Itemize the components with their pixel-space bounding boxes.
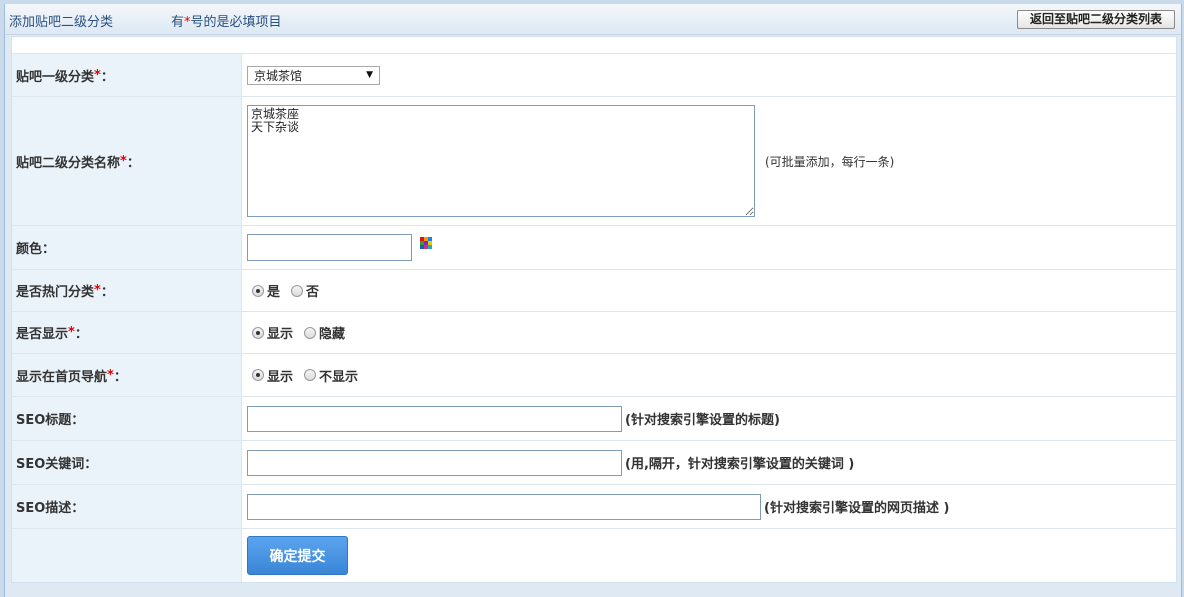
display-show-label: 显示 <box>267 327 294 342</box>
row-hot: 是否热门分类 *： 是 否 <box>12 270 1176 312</box>
seo-desc-value: (针对搜索引擎设置的网页描述 ) <box>242 485 1176 528</box>
home-nav-hide-label: 不显示 <box>319 369 359 385</box>
form-top-spacer <box>12 37 1176 54</box>
submit-value: 确定提交 <box>242 529 1176 582</box>
required-star: * <box>120 153 127 169</box>
category2-label: 贴吧二级分类名称 *： <box>12 97 242 225</box>
category2-names-textarea[interactable]: 京城茶座 天下杂谈 <box>247 105 755 217</box>
seo-desc-label: SEO描述： <box>12 485 242 528</box>
required-star: * <box>107 367 114 383</box>
submit-label-cell <box>12 529 242 582</box>
row-seo-keywords: SEO关键词： (用,隔开，针对搜索引擎设置的关键词 ) <box>12 441 1176 485</box>
hot-value: 是 否 <box>242 270 1176 311</box>
label-colon: ： <box>126 155 140 171</box>
row-display: 是否显示 *： 显示 隐藏 <box>12 312 1176 354</box>
color-palette-icon[interactable] <box>420 237 432 249</box>
home-nav-hide-radio[interactable] <box>304 369 317 381</box>
display-hide-radio[interactable] <box>304 326 317 339</box>
home-nav-radio-group: 显示 不显示 <box>252 366 369 385</box>
required-star: * <box>94 283 101 298</box>
row-seo-title: SEO标题： (针对搜索引擎设置的标题) <box>12 397 1176 441</box>
color-value <box>242 226 1176 269</box>
label-colon: ： <box>113 369 127 385</box>
hot-no-radio[interactable] <box>291 284 304 297</box>
required-tip-suffix: 号的是必填项目 <box>190 15 282 30</box>
display-show-radio[interactable] <box>252 326 264 339</box>
row-category1: 贴吧一级分类 *： 京城茶馆 ▼ <box>12 54 1176 97</box>
category1-label: 贴吧一级分类 *： <box>12 54 242 96</box>
home-nav-label-text: 显示在首页导航 <box>16 369 108 385</box>
row-submit: 确定提交 <box>12 529 1176 582</box>
home-nav-show-label: 显示 <box>267 369 294 385</box>
required-star: * <box>94 67 101 83</box>
submit-button[interactable]: 确定提交 <box>247 536 348 575</box>
hot-label-text: 是否热门分类 <box>16 285 95 300</box>
home-nav-show-radio[interactable] <box>252 369 264 381</box>
category2-value: 京城茶座 天下杂谈 (可批量添加，每行一条) <box>242 97 1176 225</box>
category1-value: 京城茶馆 ▼ <box>242 54 1176 96</box>
home-nav-label: 显示在首页导航 *： <box>12 354 242 396</box>
form-panel: 贴吧一级分类 *： 京城茶馆 ▼ 贴吧二级分类名称 *： 京城茶座 天下杂谈 (可批… <box>11 36 1177 583</box>
category1-selected: 京城茶馆 <box>254 68 303 83</box>
display-value: 显示 隐藏 <box>242 312 1176 353</box>
seo-title-value: (针对搜索引擎设置的标题) <box>242 397 1176 440</box>
hot-label: 是否热门分类 *： <box>12 270 242 311</box>
seo-title-input[interactable] <box>247 405 622 432</box>
required-star: * <box>68 325 75 340</box>
category1-label-text: 贴吧一级分类 <box>16 69 95 85</box>
hot-no-label: 否 <box>306 285 320 300</box>
seo-title-hint: (针对搜索引擎设置的标题) <box>625 413 780 428</box>
title-bar: 添加贴吧二级分类 有*号的是必填项目 返回至贴吧二级分类列表 <box>5 4 1181 35</box>
hot-yes-radio[interactable] <box>252 284 264 297</box>
page-frame: 添加贴吧二级分类 有*号的是必填项目 返回至贴吧二级分类列表 贴吧一级分类 *： … <box>4 4 1182 597</box>
back-to-list-button[interactable]: 返回至贴吧二级分类列表 <box>1016 10 1175 29</box>
color-input[interactable] <box>247 234 412 261</box>
page-title: 添加贴吧二级分类 <box>9 15 114 30</box>
seo-keywords-hint: (用,隔开，针对搜索引擎设置的关键词 ) <box>625 457 855 472</box>
required-tip-prefix: 有 <box>171 15 185 30</box>
display-label-text: 是否显示 <box>16 327 69 342</box>
color-label: 颜色： <box>12 226 242 269</box>
seo-keywords-value: (用,隔开，针对搜索引擎设置的关键词 ) <box>242 441 1176 484</box>
display-hide-label: 隐藏 <box>319 327 346 342</box>
display-label: 是否显示 *： <box>12 312 242 353</box>
label-colon: ： <box>100 69 114 85</box>
hot-yes-label: 是 <box>267 285 281 300</box>
category1-select[interactable]: 京城茶馆 ▼ <box>247 65 380 85</box>
palette-swatch <box>428 245 432 249</box>
row-seo-desc: SEO描述： (针对搜索引擎设置的网页描述 ) <box>12 485 1176 529</box>
category2-hint: (可批量添加，每行一条) <box>765 154 895 169</box>
category2-label-text: 贴吧二级分类名称 <box>16 155 121 171</box>
label-colon: ： <box>100 285 114 300</box>
home-nav-value: 显示 不显示 <box>242 354 1176 396</box>
seo-keywords-label: SEO关键词： <box>12 441 242 484</box>
required-tip: 有*号的是必填项目 <box>171 11 282 30</box>
chevron-down-icon: ▼ <box>366 70 373 80</box>
row-category2: 贴吧二级分类名称 *： 京城茶座 天下杂谈 (可批量添加，每行一条) <box>12 97 1176 226</box>
display-radio-group: 显示 隐藏 <box>252 323 356 342</box>
seo-desc-input[interactable] <box>247 493 761 520</box>
row-color: 颜色： <box>12 226 1176 270</box>
seo-title-label: SEO标题： <box>12 397 242 440</box>
row-home-nav: 显示在首页导航 *： 显示 不显示 <box>12 354 1176 397</box>
seo-keywords-input[interactable] <box>247 449 622 476</box>
hot-radio-group: 是 否 <box>252 281 330 300</box>
label-colon: ： <box>74 327 88 342</box>
seo-desc-hint: (针对搜索引擎设置的网页描述 ) <box>764 501 950 516</box>
